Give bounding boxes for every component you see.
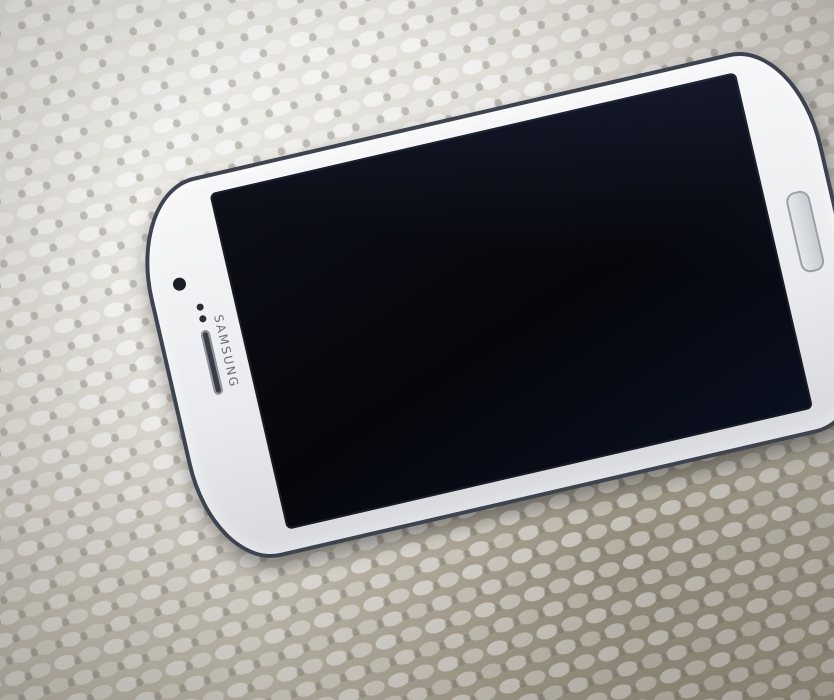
photo-scene: SAMSUNG xyxy=(0,0,834,700)
